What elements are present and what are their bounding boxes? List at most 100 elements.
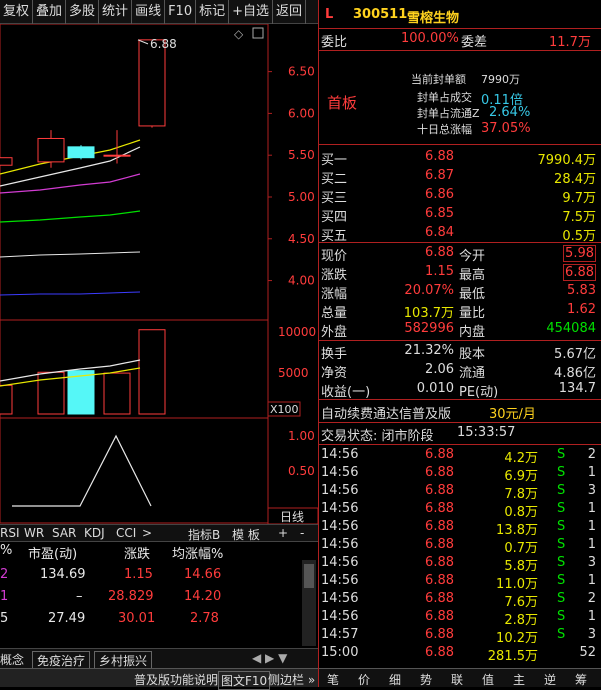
stock-code: 300511 xyxy=(353,7,408,22)
candle-body[interactable] xyxy=(138,39,166,127)
trade-status: 交易状态: 闭市阶段 15:33:57 xyxy=(321,425,516,444)
tick-row[interactable]: 14:56 6.88 13.8万 S 1 xyxy=(319,518,601,538)
tick-count: 3 xyxy=(587,627,596,642)
quote-key: 现价 xyxy=(321,249,348,264)
tick-row[interactable]: 14:56 6.88 7.8万 S 3 xyxy=(319,482,601,502)
toolbar-btn-tongji[interactable]: 统计 xyxy=(99,0,133,24)
quote-row[interactable]: 外盘 582996 内盘 454084 xyxy=(319,320,601,340)
toolbar-btn-fuquan[interactable]: 复权 xyxy=(0,0,34,24)
table-row[interactable]: 2 134.69 1.15 14.66 xyxy=(0,566,318,585)
tick-price: 6.88 xyxy=(425,501,454,516)
bid-price: 6.87 xyxy=(425,168,454,183)
volume-bar[interactable] xyxy=(0,384,13,415)
candle-body[interactable] xyxy=(0,157,13,166)
tick-row[interactable]: 14:56 6.88 7.6万 S 2 xyxy=(319,590,601,610)
tick-time: 14:56 xyxy=(321,447,359,462)
quote-row[interactable]: 涨跌 1.15 最高 6.88 xyxy=(319,263,601,283)
zoom-in-button[interactable]: + xyxy=(278,526,288,540)
toolbar-btn-duogu[interactable]: 多股 xyxy=(66,0,100,24)
tab-indicator-b[interactable]: 指标B xyxy=(188,526,220,543)
tick-row[interactable]: 14:56 6.88 0.7万 S 1 xyxy=(319,536,601,556)
right-tab[interactable]: 笔 xyxy=(327,671,339,688)
right-tab[interactable]: 细 xyxy=(389,671,401,688)
tick-row[interactable]: 14:56 6.88 2.8万 S 1 xyxy=(319,608,601,628)
toolbar-btn-biaoji[interactable]: 标记 xyxy=(196,0,230,24)
scroll-thumb[interactable] xyxy=(304,564,314,588)
tab-sar[interactable]: SAR xyxy=(52,526,76,540)
volume-bar[interactable] xyxy=(138,329,166,415)
tick-time: 14:56 xyxy=(321,483,359,498)
bid-label: 买三 xyxy=(321,191,348,206)
quote-value: 5.98 xyxy=(563,245,596,262)
toolbar-btn-f10[interactable]: F10 xyxy=(165,0,197,24)
help-link[interactable]: 普及版功能说明 xyxy=(134,671,218,688)
tick-row[interactable]: 15:00 6.88 281.5万 52 xyxy=(319,644,601,664)
tab-template[interactable]: 模 板 xyxy=(232,526,260,543)
tick-side: S xyxy=(557,573,566,588)
toolbar-btn-diejia[interactable]: 叠加 xyxy=(33,0,67,24)
quote-row[interactable]: 涨幅 20.07% 最低 5.83 xyxy=(319,282,601,302)
toolbar-btn-huaxian[interactable]: 画线 xyxy=(132,0,166,24)
quote-value: 582996 xyxy=(404,321,454,336)
scroll-arrows-icon[interactable]: ◀ ▶ ▼ xyxy=(252,651,287,665)
bid-row[interactable]: 买四 6.85 7.5万 xyxy=(319,205,601,225)
tab-cci[interactable]: CCI xyxy=(116,526,136,540)
bid-row[interactable]: 买二 6.87 28.4万 xyxy=(319,167,601,187)
table-scrollbar[interactable] xyxy=(302,560,316,646)
right-tab[interactable]: 筹 xyxy=(575,671,587,688)
maximize-icon[interactable] xyxy=(252,27,264,39)
tick-row[interactable]: 14:57 6.88 10.2万 S 3 xyxy=(319,626,601,646)
right-tab[interactable]: 主 xyxy=(513,671,525,688)
quote-row[interactable]: 总量 103.7万 量比 1.62 xyxy=(319,301,601,321)
tick-row[interactable]: 14:56 6.88 6.9万 S 1 xyxy=(319,464,601,484)
volume-bar[interactable] xyxy=(103,372,131,415)
toolbar-btn-fanhui[interactable]: 返回 xyxy=(273,0,307,24)
right-tab[interactable]: 逆 xyxy=(544,671,556,688)
tab-wr[interactable]: WR xyxy=(24,526,44,540)
right-tab[interactable]: 势 xyxy=(420,671,432,688)
kline-chart[interactable]: ◇ 6.88 6.50 6.00 5.50 5.00 4.50 4.00 10000 500… xyxy=(0,24,318,524)
f10-button[interactable]: 图文F10 xyxy=(218,671,271,690)
tick-side: S xyxy=(557,591,566,606)
promo-banner[interactable]: 自动续费通达信普及版 30元/月 xyxy=(319,402,601,422)
table-row[interactable]: 1 – 28.829 14.20 xyxy=(0,588,318,607)
tick-row[interactable]: 14:56 6.88 4.2万 S 2 xyxy=(319,446,601,466)
table-row[interactable]: 5 27.49 30.01 2.78 xyxy=(0,610,318,629)
tick-side: S xyxy=(557,609,566,624)
tick-side: S xyxy=(557,537,566,552)
candle-body[interactable] xyxy=(37,137,65,163)
period-label[interactable]: 日线 xyxy=(280,510,304,524)
quote-value: 5.83 xyxy=(567,283,596,298)
bid-price: 6.86 xyxy=(425,187,454,202)
fund-row[interactable]: 净资 2.06 流通 4.86亿 xyxy=(319,361,601,381)
fund-key: 收益(一) xyxy=(321,385,371,400)
tab-kdj[interactable]: KDJ xyxy=(84,526,105,540)
fund-row[interactable]: 换手 21.32% 股本 5.67亿 xyxy=(319,342,601,362)
candle-body[interactable] xyxy=(67,146,95,159)
right-tab[interactable]: 联 xyxy=(451,671,463,688)
bid-row[interactable]: 买三 6.86 9.7万 xyxy=(319,186,601,206)
tick-time: 14:56 xyxy=(321,465,359,480)
tab-more[interactable]: > xyxy=(142,526,152,540)
quote-row[interactable]: 现价 6.88 今开 5.98 xyxy=(319,244,601,264)
candle-body[interactable] xyxy=(103,154,131,157)
board-line: 十日总涨幅 37.05% xyxy=(417,121,531,136)
tick-row[interactable]: 14:56 6.88 11.0万 S 1 xyxy=(319,572,601,592)
toolbar-btn-zixuan[interactable]: +自选 xyxy=(229,0,274,24)
board-line: 当前封单额 7990万 xyxy=(411,73,520,86)
tick-row[interactable]: 14:56 6.88 0.8万 S 1 xyxy=(319,500,601,520)
concept-tab[interactable]: 概念 xyxy=(0,651,24,668)
sidebar-button[interactable]: 侧边栏 » xyxy=(268,671,315,688)
zoom-out-button[interactable]: - xyxy=(300,526,304,540)
tick-row[interactable]: 14:56 6.88 5.8万 S 3 xyxy=(319,554,601,574)
fund-row[interactable]: 收益(一) 0.010 PE(动) 134.7 xyxy=(319,380,601,400)
bid-row[interactable]: 买五 6.84 0.5万 xyxy=(319,224,601,244)
tab-rsi[interactable]: RSI xyxy=(0,526,20,540)
diamond-icon[interactable]: ◇ xyxy=(234,27,244,41)
weibi-row: 委比 100.00% 委差 11.7万 xyxy=(321,31,591,50)
right-tab[interactable]: 价 xyxy=(358,671,370,688)
tick-side: S xyxy=(557,483,566,498)
right-tab[interactable]: 值 xyxy=(482,671,494,688)
bid-row[interactable]: 买一 6.88 7990.4万 xyxy=(319,148,601,168)
tick-price: 6.88 xyxy=(425,573,454,588)
